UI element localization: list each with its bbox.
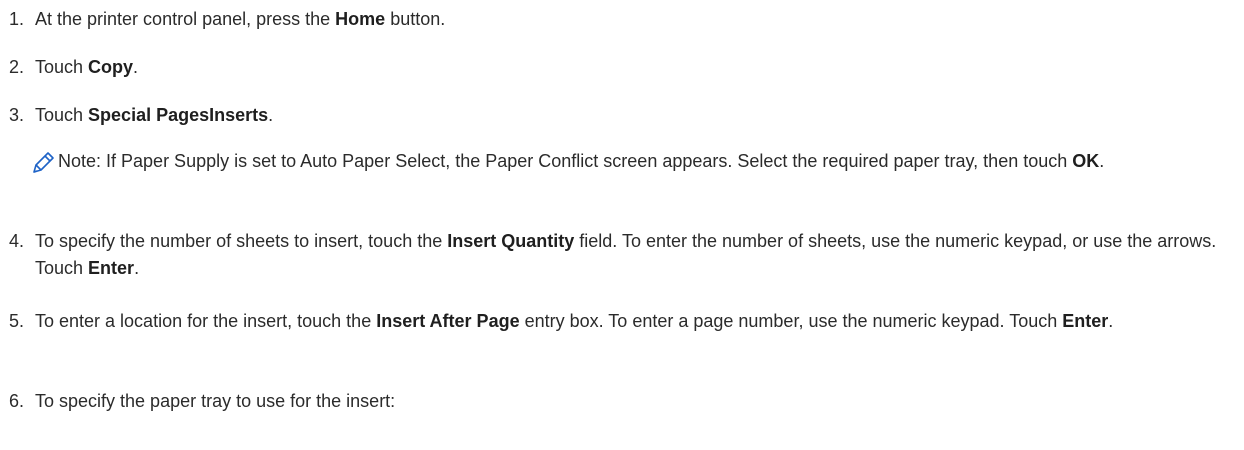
step-number: 6. [9, 391, 25, 411]
step-number: 1. [9, 9, 25, 29]
bold-term: Enter [88, 258, 135, 278]
step-6: 6. To specify the paper tray to use for … [0, 388, 1240, 415]
step-2: 2. Touch Copy. [0, 54, 1240, 81]
step-4: 4. To specify the number of sheets to in… [0, 228, 1240, 282]
step-1: 1. At the printer control panel, press t… [0, 6, 1240, 33]
bold-term: OK [1072, 151, 1100, 171]
step-text: Touch Special PagesInserts. [35, 105, 274, 125]
bold-term: Insert After Page [376, 311, 520, 331]
step-number: 3. [9, 105, 25, 125]
bold-term: Enter [1062, 311, 1109, 331]
note-block: Note: If Paper Supply is set to Auto Pap… [0, 148, 1240, 178]
bold-term: Home [335, 9, 386, 29]
pencil-icon [0, 148, 58, 178]
document: 1. At the printer control panel, press t… [0, 0, 1244, 450]
step-number: 4. [9, 231, 25, 251]
step-text: To specify the paper tray to use for the… [35, 391, 396, 411]
step-5: 5. To enter a location for the insert, t… [0, 308, 1240, 335]
bold-term: Copy [88, 57, 134, 77]
step-number: 5. [9, 311, 25, 331]
bold-term: Special PagesInserts [88, 105, 269, 125]
step-text: At the printer control panel, press the … [35, 9, 446, 29]
note-text: Note: If Paper Supply is set to Auto Pap… [58, 151, 1105, 171]
step-number: 2. [9, 57, 25, 77]
step-text: Touch Copy. [35, 57, 139, 77]
step-3: 3. Touch Special PagesInserts. [0, 102, 1240, 129]
step-text: To specify the number of sheets to inser… [35, 231, 1217, 278]
bold-term: Insert Quantity [447, 231, 575, 251]
step-text: To enter a location for the insert, touc… [35, 311, 1114, 331]
